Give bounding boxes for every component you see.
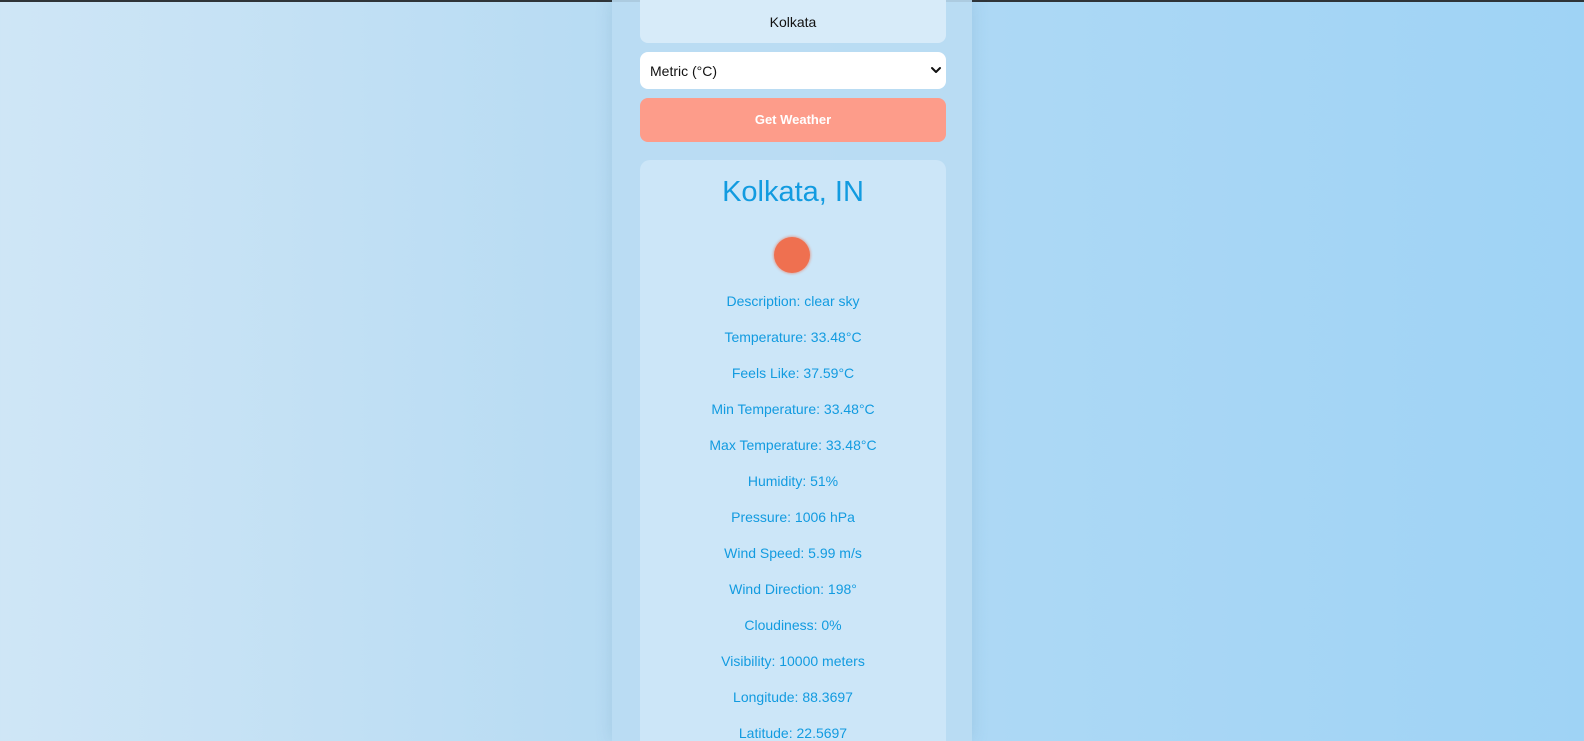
detail-description: Description: clear sky bbox=[726, 293, 860, 309]
location-title: Kolkata, IN bbox=[722, 176, 864, 208]
detail-feels-like: Feels Like: 37.59°C bbox=[731, 365, 855, 381]
sun-icon bbox=[774, 237, 810, 273]
detail-humidity: Humidity: 51% bbox=[747, 473, 839, 489]
detail-cloudiness: Cloudiness: 0% bbox=[744, 617, 842, 633]
detail-max-temperature: Max Temperature: 33.48°C bbox=[709, 437, 877, 453]
detail-latitude: Latitude: 22.5697 bbox=[738, 725, 848, 741]
detail-min-temperature: Min Temperature: 33.48°C bbox=[711, 401, 875, 417]
detail-pressure: Pressure: 1006 hPa bbox=[731, 509, 855, 525]
weather-result-content: Kolkata, IN Description: clear sky Tempe… bbox=[640, 0, 946, 741]
detail-wind-speed: Wind Speed: 5.99 m/s bbox=[724, 545, 862, 561]
detail-longitude: Longitude: 88.3697 bbox=[733, 689, 853, 705]
detail-temperature: Temperature: 33.48°C bbox=[724, 329, 862, 345]
detail-visibility: Visibility: 10000 meters bbox=[721, 653, 865, 669]
detail-wind-direction: Wind Direction: 198° bbox=[729, 581, 857, 597]
